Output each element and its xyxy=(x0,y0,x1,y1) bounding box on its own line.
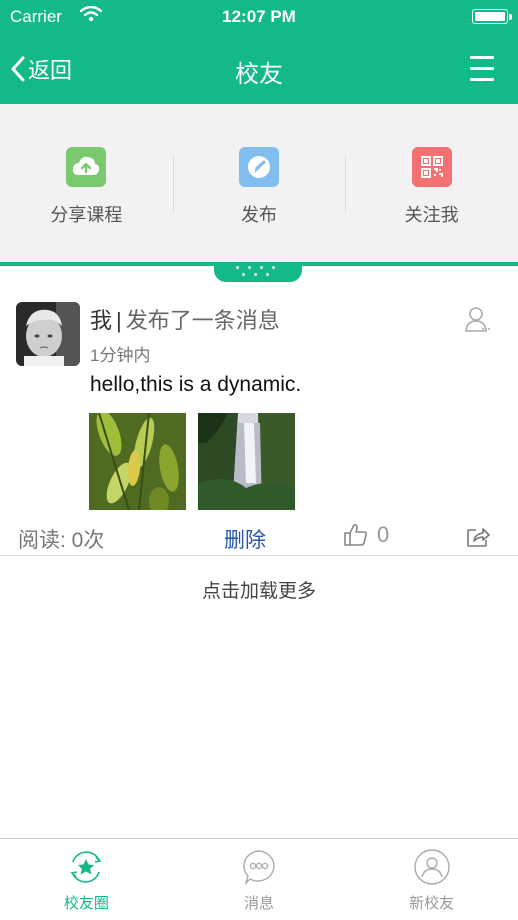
load-more-button[interactable]: 点击加载更多 xyxy=(0,556,518,628)
upload-cloud-icon xyxy=(66,147,107,187)
page-title: 校友 xyxy=(235,61,283,88)
post-time: 1分钟内 xyxy=(90,346,151,365)
post-footer: 阅读: 0次 删除 0 xyxy=(0,520,518,554)
share-icon[interactable] xyxy=(466,526,490,548)
follow-me-label: 关注我 xyxy=(404,205,459,225)
post-card: 我 | 发布了一条消息 1分钟内 hello,this is a dynamic. … xyxy=(0,283,518,555)
read-count: 阅读: 0次 xyxy=(18,529,105,552)
share-course-label: 分享课程 xyxy=(50,205,123,225)
follow-me-button[interactable]: 关注我 xyxy=(345,104,518,262)
user-profile-icon[interactable] xyxy=(464,305,490,333)
clock: 12:07 PM xyxy=(222,7,296,26)
chat-bubble-icon xyxy=(243,850,275,886)
share-course-button[interactable]: 分享课程 xyxy=(0,104,173,262)
publish-button[interactable]: 发布 xyxy=(172,104,346,262)
status-bar: Carrier 12:07 PM xyxy=(0,0,518,34)
post-image-waterfall[interactable] xyxy=(198,413,295,510)
publish-label: 发布 xyxy=(241,205,277,225)
post-action-text: 发布了一条消息 xyxy=(125,308,280,333)
chevron-left-icon xyxy=(11,56,25,82)
tab-messages[interactable]: 消息 xyxy=(173,839,346,920)
edit-pen-icon xyxy=(239,147,279,187)
post-header: 我 | 发布了一条消息 xyxy=(90,308,280,333)
tab-label: 新校友 xyxy=(409,895,455,912)
back-label: 返回 xyxy=(28,58,73,83)
delete-button[interactable]: 删除 xyxy=(224,524,266,554)
battery-icon xyxy=(472,9,512,24)
avatar[interactable] xyxy=(16,302,80,366)
tab-label: 消息 xyxy=(244,895,275,912)
quick-actions: 分享课程 发布 关注我 xyxy=(0,104,518,262)
tab-new-alumni[interactable]: 新校友 xyxy=(345,839,518,920)
post-text: hello,this is a dynamic. xyxy=(90,373,302,396)
pull-handle[interactable] xyxy=(214,262,302,282)
user-circle-icon xyxy=(413,849,450,885)
author-name[interactable]: 我 xyxy=(90,308,112,333)
tab-bar: 校友圈 消息 新校友 xyxy=(0,838,518,920)
post-image-leaves[interactable] xyxy=(89,413,186,510)
like-button[interactable]: 0 xyxy=(343,522,389,548)
back-button[interactable]: 返回 xyxy=(10,52,72,86)
menu-icon[interactable] xyxy=(470,52,496,86)
tab-alumni-circle[interactable]: 校友圈 xyxy=(0,839,173,920)
like-count: 0 xyxy=(377,522,390,547)
tab-label: 校友圈 xyxy=(63,895,109,912)
refresh-star-icon xyxy=(70,851,102,883)
thumbs-up-icon xyxy=(344,524,368,546)
nav-bar: 返回 校友 xyxy=(0,34,518,104)
qr-code-icon xyxy=(411,147,452,187)
